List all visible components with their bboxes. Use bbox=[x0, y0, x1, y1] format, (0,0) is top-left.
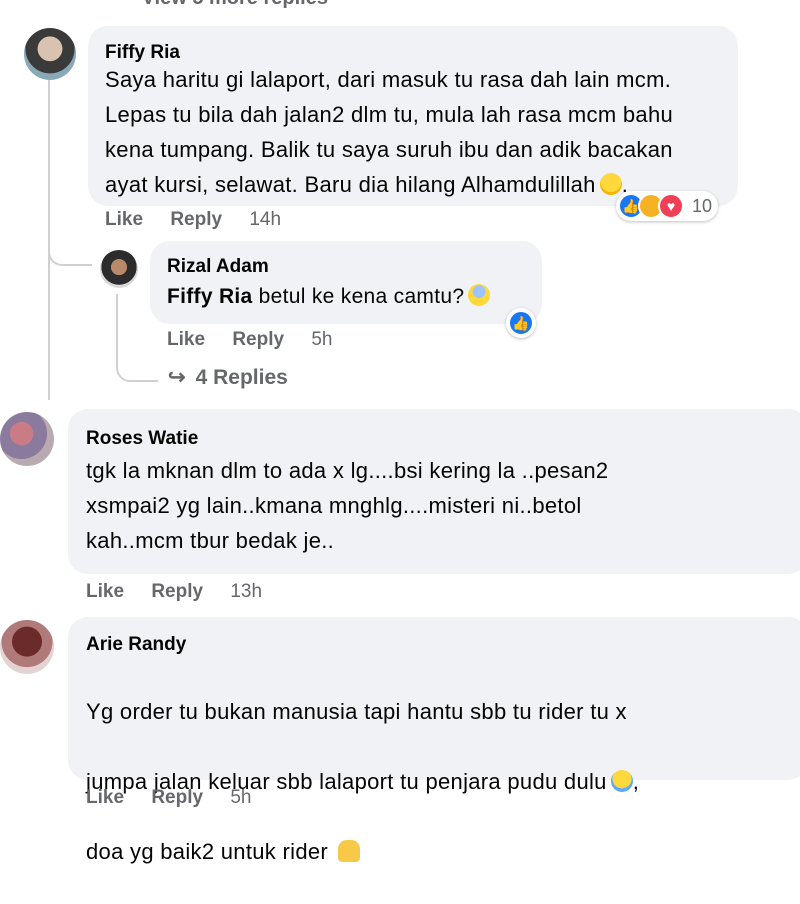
reply-text: Fiffy Ria betul ke kena camtu? bbox=[167, 279, 537, 314]
comment-author[interactable]: Roses Watie bbox=[86, 428, 198, 450]
thread-connector-replies bbox=[116, 340, 158, 382]
reaction-summary[interactable]: 👍 ♥ 10 bbox=[616, 191, 719, 221]
comment-author[interactable]: Fiffy Ria bbox=[105, 42, 180, 64]
reply-arrow-icon: • bbox=[112, 0, 124, 10]
folded-hands-emoji bbox=[338, 840, 361, 862]
view-more-label: View 5 more replies bbox=[142, 0, 328, 9]
comment-actions: Like Reply 13h bbox=[86, 581, 284, 603]
avatar[interactable] bbox=[0, 412, 54, 466]
reply-actions: Like Reply 5h bbox=[167, 329, 354, 351]
like-button[interactable]: Like bbox=[86, 787, 124, 808]
avatar[interactable] bbox=[100, 250, 138, 288]
comment-actions: Like Reply 14h bbox=[105, 209, 303, 231]
view-replies-link[interactable]: ↪ 4 Replies bbox=[168, 365, 288, 390]
like-button[interactable]: Like bbox=[105, 209, 143, 230]
reply-button[interactable]: Reply bbox=[151, 787, 203, 808]
reply-button[interactable]: Reply bbox=[232, 329, 284, 350]
reply-reaction[interactable]: 👍 bbox=[506, 308, 536, 338]
like-button[interactable]: Like bbox=[167, 329, 205, 350]
crying-emoji bbox=[610, 770, 633, 792]
screaming-emoji bbox=[468, 284, 491, 306]
comment-text: Saya haritu gi lalaport, dari masuk tu r… bbox=[105, 67, 674, 197]
like-reaction-icon: 👍 bbox=[508, 310, 534, 336]
comment-author[interactable]: Arie Randy bbox=[86, 634, 186, 656]
comment-timestamp[interactable]: 14h bbox=[249, 209, 281, 230]
mention-link[interactable]: Fiffy Ria bbox=[167, 285, 253, 308]
comment-text: tgk la mknan dlm to ada x lg....bsi keri… bbox=[86, 458, 609, 553]
comment-text: Yg order tu bukan manusia tapi hantu sbb… bbox=[86, 699, 640, 864]
avatar[interactable] bbox=[24, 28, 76, 80]
grinning-sweat-emoji bbox=[599, 173, 622, 195]
comment-actions: Like Reply 5h bbox=[86, 787, 273, 809]
like-button[interactable]: Like bbox=[86, 581, 124, 602]
reply-author[interactable]: Rizal Adam bbox=[167, 256, 269, 278]
avatar[interactable] bbox=[0, 620, 54, 674]
reaction-count: 10 bbox=[692, 195, 713, 216]
reply-button[interactable]: Reply bbox=[170, 209, 222, 230]
comment-timestamp[interactable]: 5h bbox=[230, 787, 251, 808]
view-more-replies-link[interactable]: • View 5 more replies bbox=[112, 0, 328, 10]
love-reaction-icon: ♥ bbox=[658, 193, 684, 219]
reply-button[interactable]: Reply bbox=[151, 581, 203, 602]
comment-timestamp[interactable]: 13h bbox=[230, 581, 262, 602]
thread-line-reply bbox=[116, 294, 118, 344]
reply-timestamp[interactable]: 5h bbox=[311, 329, 332, 350]
reply-arrow-icon: ↪ bbox=[168, 366, 186, 389]
thread-connector-reply bbox=[48, 230, 92, 266]
